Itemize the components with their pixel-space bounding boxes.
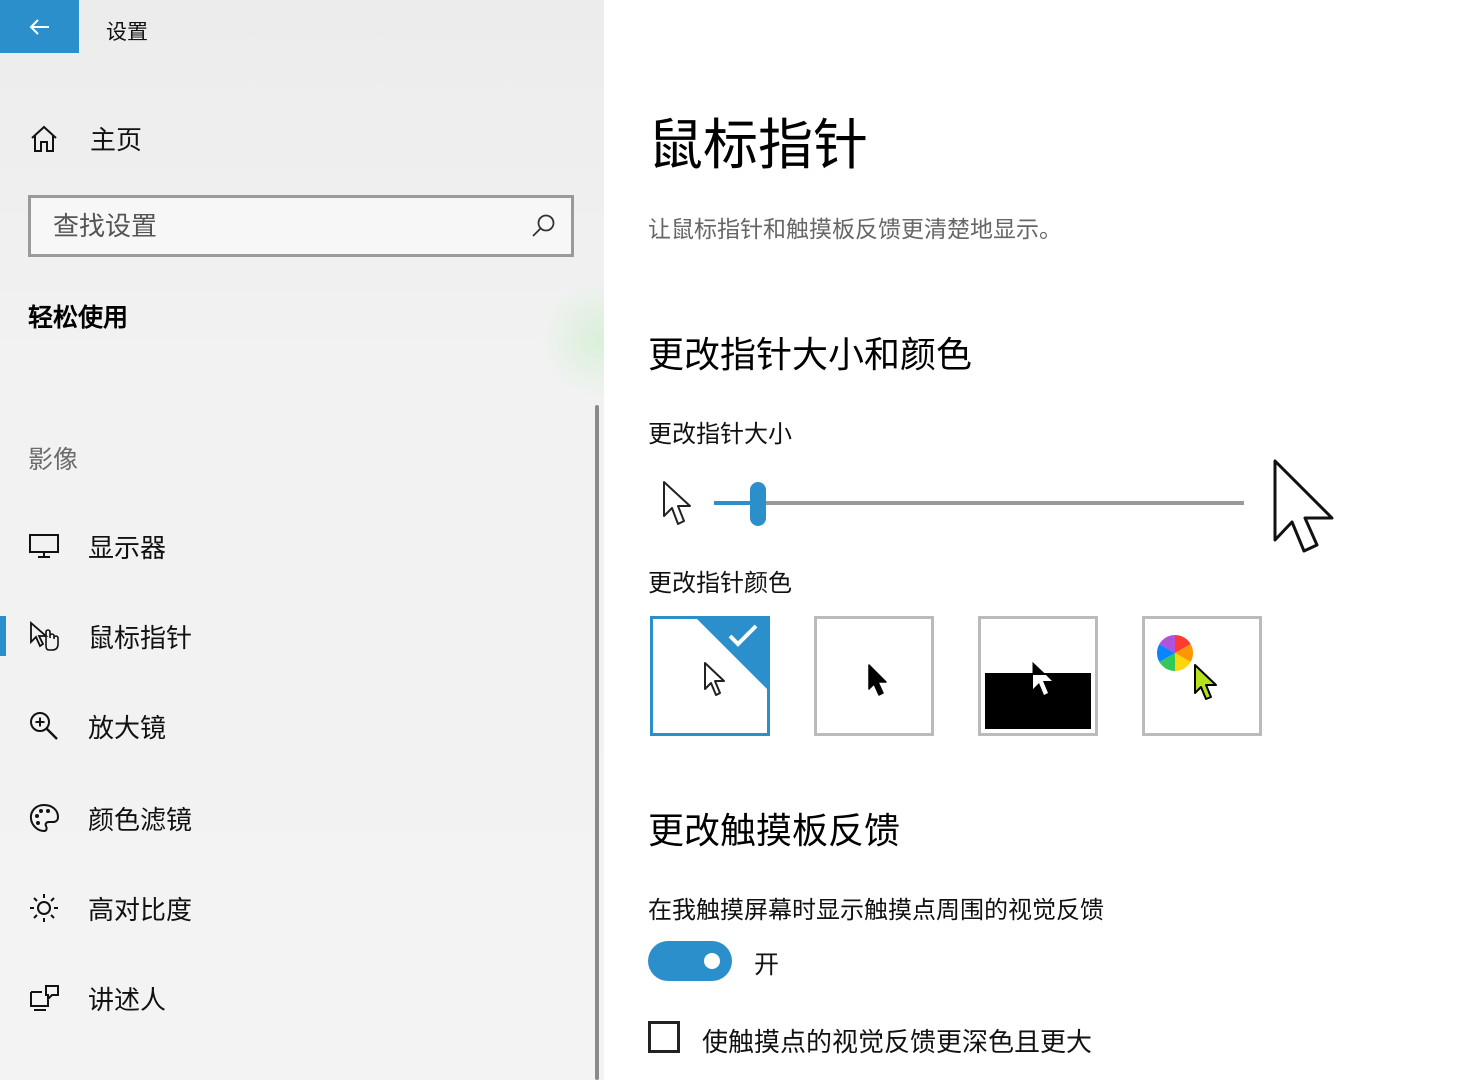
sidebar: 设置 主页 轻松使用 影像 显示器 鼠标指针 [0, 0, 604, 1080]
home-icon [31, 125, 57, 152]
monitor-icon [29, 534, 59, 558]
magnifier-icon [30, 712, 58, 740]
sidebar-item-label: 讲述人 [88, 985, 167, 1016]
size-color-heading: 更改指针大小和颜色 [648, 335, 973, 376]
main-content: 鼠标指针 让鼠标指针和触摸板反馈更清楚地显示。 更改指针大小和颜色 更改指针大小… [604, 0, 1468, 1080]
black-cursor-icon [868, 664, 887, 696]
sidebar-item-label: 放大镜 [88, 713, 167, 744]
touch-feedback-toggle[interactable] [648, 941, 732, 981]
sidebar-item-high-contrast[interactable]: 高对比度 [0, 872, 596, 944]
toggle-state-text: 开 [754, 950, 780, 979]
narrator-icon [30, 985, 59, 1011]
white-cursor-icon [704, 662, 725, 696]
mouse-pointer-icon [30, 621, 59, 651]
sidebar-item-color-filters[interactable]: 颜色滤镜 [0, 782, 596, 854]
back-arrow-icon [29, 18, 49, 35]
pointer-color-black[interactable] [814, 616, 934, 736]
sidebar-item-label: 颜色滤镜 [88, 805, 193, 836]
sidebar-item-label: 高对比度 [88, 895, 193, 926]
small-cursor-icon [663, 481, 691, 525]
sidebar-scrollbar[interactable] [595, 405, 599, 1080]
pointer-color-inverted[interactable] [978, 616, 1098, 736]
checkmark-icon [728, 624, 758, 647]
page-description: 让鼠标指针和触摸板反馈更清楚地显示。 [648, 217, 1062, 243]
touch-heading: 更改触摸板反馈 [648, 811, 901, 852]
sidebar-item-magnifier[interactable]: 放大镜 [0, 690, 596, 762]
color-label: 更改指针颜色 [648, 569, 792, 597]
palette-icon [29, 803, 60, 833]
home-label: 主页 [90, 126, 143, 156]
background-glow [540, 280, 604, 400]
category-label: 影像 [28, 445, 79, 474]
darker-feedback-label[interactable]: 使触摸点的视觉反馈更深色且更大 [702, 1022, 1092, 1059]
darker-feedback-checkbox[interactable] [648, 1021, 680, 1053]
pointer-size-slider[interactable] [714, 482, 1244, 526]
size-label: 更改指针大小 [648, 420, 792, 448]
search-input[interactable] [51, 198, 525, 256]
pointer-color-custom[interactable] [1142, 616, 1262, 736]
search-box[interactable] [28, 195, 574, 257]
color-wheel-icon [1156, 635, 1194, 671]
section-title: 轻松使用 [28, 303, 129, 332]
slider-thumb[interactable] [750, 482, 766, 526]
brightness-icon [30, 894, 58, 922]
pointer-color-white[interactable] [650, 616, 770, 736]
slider-track[interactable] [714, 501, 1244, 505]
sidebar-item-display[interactable]: 显示器 [0, 510, 596, 582]
toggle-knob [704, 953, 720, 969]
home-nav-item[interactable]: 主页 [28, 120, 142, 157]
sidebar-item-mouse-pointer[interactable]: 鼠标指针 [0, 600, 596, 672]
sidebar-item-narrator[interactable]: 讲述人 [0, 962, 596, 1034]
search-icon[interactable] [531, 213, 557, 239]
sidebar-item-label: 鼠标指针 [88, 623, 193, 654]
back-button[interactable] [0, 0, 79, 53]
touch-feedback-label: 在我触摸屏幕时显示触摸点周围的视觉反馈 [648, 896, 1104, 924]
large-cursor-icon [1273, 459, 1334, 553]
page-title: 鼠标指针 [648, 113, 869, 177]
app-title: 设置 [106, 20, 148, 44]
custom-cursor-icon [1194, 664, 1217, 700]
inverted-cursor-icon [1032, 661, 1054, 696]
sidebar-item-label: 显示器 [88, 533, 167, 564]
